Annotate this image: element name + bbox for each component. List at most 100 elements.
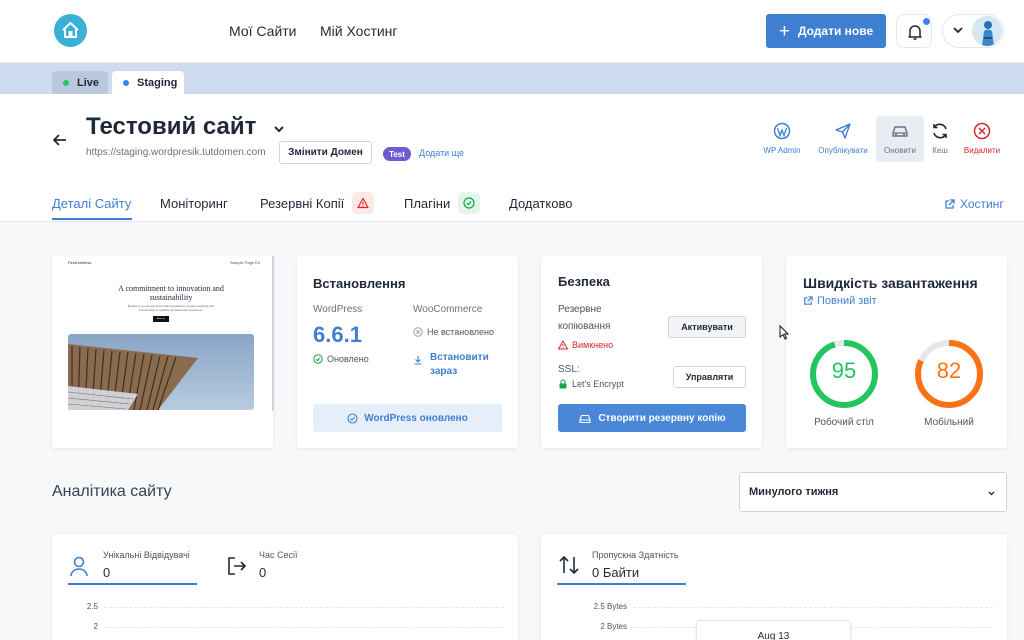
status-text: Не встановлено [427, 327, 494, 337]
active-tab-underline [52, 218, 132, 220]
backup-status: Вимкнено [558, 340, 613, 350]
logout-icon [228, 557, 247, 575]
status-text: Оновлено [327, 354, 369, 364]
plus-icon: + [778, 20, 790, 42]
status-text: Let's Encrypt [572, 379, 624, 389]
update-button[interactable]: Оновити [876, 116, 924, 162]
home-icon [62, 22, 79, 38]
tab-label: Резервні Копії [260, 195, 345, 211]
wordpress-icon [773, 122, 791, 140]
unique-visitors-value: 0 [103, 565, 111, 580]
wordpress-updated-button[interactable]: WordPress оновлено [313, 404, 502, 432]
avatar[interactable] [972, 16, 1002, 46]
tab-plugins[interactable]: Плагіни [404, 192, 481, 214]
mobile-score: 82 [936, 358, 962, 383]
activate-backup-button[interactable]: Активувати [668, 316, 746, 338]
button-label: Створити резервну копію [598, 412, 726, 424]
environment-badge: Test [383, 147, 411, 161]
visitors-chart-card: Унікальні Відвідувачі 0 Час Сесії 0 2.5 … [52, 534, 518, 640]
car-icon [579, 414, 591, 423]
analytics-title: Аналітика сайту [52, 483, 172, 500]
warning-icon [352, 192, 375, 214]
hosting-link[interactable]: Хостинг [944, 197, 1004, 211]
grid-line [104, 627, 504, 628]
card-title: Встановлення [313, 276, 406, 291]
nav-my-sites[interactable]: Мої Сайти [229, 23, 297, 39]
publish-button[interactable]: Опублікувати [812, 116, 874, 162]
preview-brand: FirstLimitless [68, 260, 92, 265]
action-label: WP Admin [763, 146, 801, 155]
lock-icon [559, 379, 567, 389]
wordpress-status: Оновлено [313, 354, 369, 364]
refresh-icon [933, 123, 947, 139]
install-woocommerce-link[interactable]: Встановити зараз [430, 351, 500, 379]
site-header: Тестовий сайт https://staging.wordpresik… [0, 94, 1024, 222]
chevron-down-icon [988, 491, 995, 496]
tab-site-details[interactable]: Деталі Сайту [52, 196, 131, 211]
car-icon [892, 126, 908, 137]
link-text: Повний звіт [817, 295, 877, 307]
y-axis-tick: 2 [93, 622, 98, 631]
y-axis-tick: 2.5 [86, 602, 98, 611]
site-preview-image: FirstLimitless Sample Page Ed A commitme… [66, 256, 274, 411]
preview-button: About us [153, 316, 169, 322]
back-arrow-icon[interactable] [52, 132, 68, 148]
tab-backups[interactable]: Резервні Копії [260, 192, 375, 214]
delete-button[interactable]: Видалити [958, 116, 1006, 162]
check-circle-icon [313, 354, 323, 364]
env-tab-live[interactable]: Live [52, 71, 108, 94]
add-new-button[interactable]: + Додати нове [766, 14, 886, 48]
wp-admin-button[interactable]: WP Admin [758, 116, 806, 162]
desktop-label: Робочий стіл [814, 417, 874, 428]
bandwidth-label: Пропускна Здатність [592, 550, 679, 560]
tab-additional[interactable]: Додатково [509, 196, 572, 211]
active-metric-underline [68, 583, 197, 585]
y-axis-tick: 2.5 Bytes [593, 602, 627, 611]
active-metric-underline [557, 583, 686, 585]
tab-label: Додатково [509, 196, 573, 211]
load-speed-card: Швидкість завантаження Повний звіт 95 Ро… [786, 256, 1007, 448]
environment-bar: Live Staging [0, 63, 1024, 94]
create-backup-button[interactable]: Створити резервну копію [558, 404, 746, 432]
add-more-link[interactable]: Додати ще [419, 148, 464, 158]
period-select[interactable]: Минулого тижня [739, 472, 1007, 512]
preview-nav: Sample Page Ed [230, 260, 261, 265]
site-preview-card[interactable]: FirstLimitless Sample Page Ed A commitme… [52, 256, 274, 448]
action-label: Кеш [932, 146, 948, 155]
check-circle-icon [458, 192, 481, 214]
action-label: Видалити [963, 146, 1001, 155]
chevron-down-icon[interactable] [272, 122, 286, 136]
action-label: Опублікувати [818, 146, 868, 155]
cache-button[interactable]: Кеш [926, 116, 954, 162]
hosting-link-label: Хостинг [960, 197, 1004, 211]
check-circle-icon [347, 412, 358, 424]
env-tab-staging[interactable]: Staging [112, 71, 184, 94]
woocommerce-status: Не встановлено [413, 327, 494, 337]
tab-monitoring[interactable]: Моніторинг [160, 196, 228, 211]
ssl-label: SSL: [558, 364, 580, 375]
change-domain-button[interactable]: Змінити Домен [279, 141, 372, 164]
mouse-cursor-icon [779, 325, 789, 340]
security-card: Безпека Резервне копіювання Вимкнено Акт… [541, 256, 762, 448]
tab-label: Деталі Сайту [52, 196, 132, 211]
y-axis-tick: 2 Bytes [600, 622, 627, 631]
preview-text: Études is a pioneering firm that seamles… [127, 304, 215, 312]
chart-tooltip: Aug 13 [696, 620, 851, 640]
logo[interactable] [54, 14, 87, 47]
nav-my-hosting[interactable]: Мій Хостинг [320, 23, 398, 39]
session-time-value: 0 [259, 565, 267, 580]
env-tab-label: Live [77, 76, 100, 89]
external-link-icon [945, 198, 955, 209]
mobile-label: Мобільний [924, 417, 974, 428]
full-report-link[interactable]: Повний звіт [803, 295, 877, 307]
manage-ssl-button[interactable]: Управляти [673, 366, 746, 388]
desktop-score: 95 [831, 358, 857, 383]
action-label: Оновити [884, 146, 916, 155]
site-url[interactable]: https://staging.wordpresik.tutdomen.com [86, 147, 266, 158]
grid-line [633, 607, 993, 608]
external-link-icon [804, 296, 813, 305]
user-icon [70, 556, 88, 577]
page-title: Тестовий сайт [86, 113, 257, 140]
grid-line [104, 607, 504, 608]
warning-icon [558, 340, 568, 350]
